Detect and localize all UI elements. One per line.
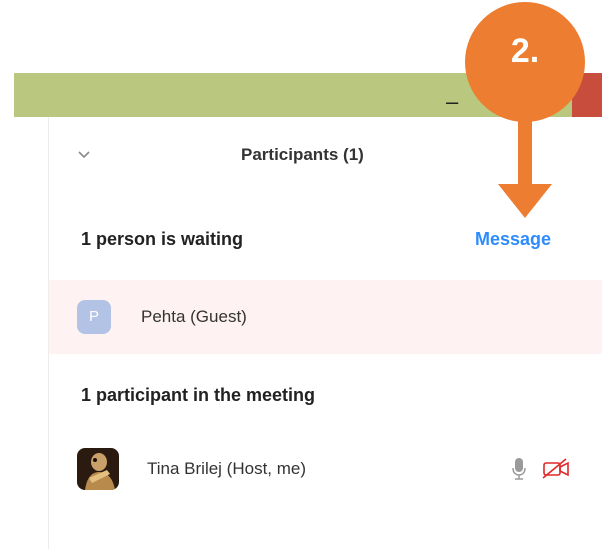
avatar-photo-icon [77, 448, 119, 490]
meeting-section-label: 1 participant in the meeting [81, 385, 316, 405]
microphone-icon[interactable] [511, 457, 527, 481]
waiting-participant-row[interactable]: P Pehta (Guest) [49, 280, 602, 354]
message-button[interactable]: Message [475, 229, 551, 250]
chevron-down-icon[interactable] [75, 145, 93, 163]
minimize-button[interactable]: – [446, 91, 458, 113]
step-number: 2. [510, 32, 540, 70]
participant-name: Tina Brilej (Host, me) [147, 459, 307, 478]
panel-title: Participants (1) [241, 145, 364, 164]
video-off-icon[interactable] [541, 458, 571, 480]
waiting-label: 1 person is waiting [81, 229, 244, 249]
avatar: P [77, 300, 111, 334]
participant-row[interactable]: Tina Brilej (Host, me) [49, 439, 602, 499]
participant-name: Pehta (Guest) [141, 307, 247, 326]
avatar [77, 448, 119, 490]
